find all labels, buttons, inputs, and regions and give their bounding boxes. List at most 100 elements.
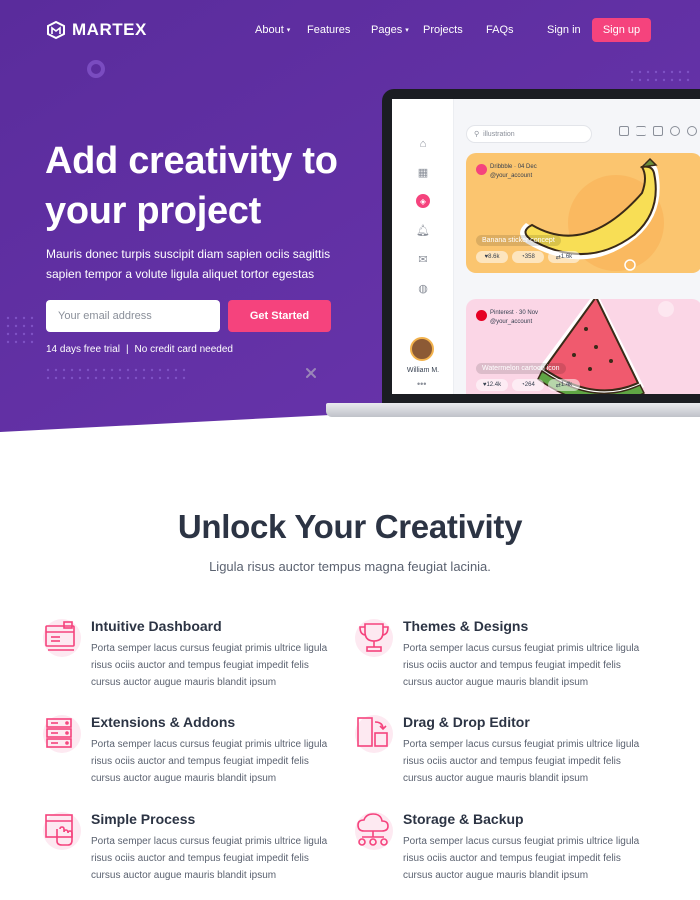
app-search-value: illustration	[483, 130, 515, 138]
hero-section: MARTEX About ▾ Features Pages ▾ Projects F…	[0, 0, 700, 432]
feature-title: Simple Process	[91, 811, 196, 827]
signin-link[interactable]: Sign in	[547, 24, 581, 36]
feature-text: Porta semper lacus cursus feugiat primis…	[91, 836, 328, 881]
feature-simple-process: Simple Process Porta semper lacus cursus…	[43, 811, 346, 891]
app-sidebar: ⌂ ▦ ◈ 🔔︎ ✉ ◍ William M. •••	[392, 99, 454, 394]
nav-features-label: Features	[307, 24, 351, 36]
nav-about[interactable]: About ▾	[255, 24, 290, 36]
top-navbar: MARTEX About ▾ Features Pages ▾ Projects F…	[0, 0, 700, 60]
share-icon	[670, 126, 680, 136]
get-started-button[interactable]: Get Started	[228, 300, 331, 332]
home-icon: ⌂	[419, 138, 427, 150]
avatar	[410, 337, 434, 361]
drag-drop-icon	[355, 715, 393, 753]
nav-projects[interactable]: Projects	[423, 24, 463, 36]
app-search-input: ⚲ illustration	[466, 125, 592, 143]
feature-text: Porta semper lacus cursus feugiat primis…	[91, 643, 328, 688]
pinterest-icon	[476, 310, 487, 321]
nav-faqs-label: FAQs	[486, 24, 514, 36]
dashboard-icon	[43, 619, 81, 657]
email-input[interactable]: Your email address	[46, 300, 220, 332]
banana-card: Dribbble · 04 Dec @your_account Banana s…	[466, 153, 700, 273]
mail-icon: ✉	[418, 253, 428, 266]
card-caption: Watermelon cartoon icon	[476, 363, 566, 374]
dribbble-icon	[476, 164, 487, 175]
shares-chip: ⇄ 1.4k	[548, 379, 580, 391]
feature-title: Themes & Designs	[403, 618, 529, 634]
cloud-storage-icon	[355, 812, 393, 850]
grid-icon: ▦	[417, 166, 429, 179]
likes-chip: ♥ 12.4k	[476, 379, 508, 391]
click-process-icon	[43, 812, 81, 850]
feature-title: Storage & Backup	[403, 811, 524, 827]
section-subtitle: Ligula risus auctor tempus magna feugiat…	[209, 559, 491, 574]
clock-icon	[687, 126, 697, 136]
feature-text: Porta semper lacus cursus feugiat primis…	[403, 739, 640, 784]
laptop-mockup: ⌂ ▦ ◈ 🔔︎ ✉ ◍ William M. ••• ⚲ illustratio…	[326, 89, 700, 417]
nav-about-label: About	[255, 24, 284, 36]
laptop-screen-frame: ⌂ ▦ ◈ 🔔︎ ✉ ◍ William M. ••• ⚲ illustratio…	[382, 89, 700, 405]
card-header: Pinterest · 30 Nov @your_account	[476, 309, 538, 327]
feature-text: Porta semper lacus cursus feugiat primis…	[403, 643, 640, 688]
columns-icon	[653, 126, 663, 136]
feature-storage-backup: Storage & Backup Porta semper lacus curs…	[355, 811, 658, 891]
feature-title: Extensions & Addons	[91, 714, 236, 730]
feature-text: Porta semper lacus cursus feugiat primis…	[403, 836, 640, 881]
app-preview-screen: ⌂ ▦ ◈ 🔔︎ ✉ ◍ William M. ••• ⚲ illustratio…	[392, 99, 700, 394]
list-icon	[636, 126, 646, 136]
feature-text: Porta semper lacus cursus feugiat primis…	[91, 739, 328, 784]
search-icon: ⚲	[474, 131, 480, 138]
watermelon-card: Pinterest · 30 Nov @your_account Waterme…	[466, 299, 700, 394]
more-icon: •••	[417, 379, 427, 389]
signin-label: Sign in	[547, 24, 581, 36]
feature-intuitive-dashboard: Intuitive Dashboard Porta semper lacus c…	[43, 618, 346, 698]
brand-logo[interactable]: MARTEX	[46, 20, 147, 40]
comments-chip: ◔ 264	[512, 379, 544, 391]
feature-title: Drag & Drop Editor	[403, 714, 530, 730]
comments-chip: ◔ 358	[512, 251, 544, 263]
card-caption: Banana sticker concept	[476, 235, 561, 246]
trophy-icon	[355, 619, 393, 657]
logo-icon	[47, 20, 65, 40]
nav-pages[interactable]: Pages ▾	[371, 24, 409, 36]
nav-features[interactable]: Features	[307, 24, 350, 36]
card-handle: @your_account	[490, 173, 533, 179]
brand-name: MARTEX	[72, 20, 147, 39]
no-card-text: No credit card needed	[134, 344, 233, 355]
feature-title: Intuitive Dashboard	[91, 618, 222, 634]
hero-subtitle: Mauris donec turpis suscipit diam sapien…	[46, 247, 331, 281]
card-source: Pinterest	[490, 310, 514, 316]
compass-icon: ◈	[416, 194, 430, 208]
note-separator: |	[125, 344, 129, 355]
card-handle: @your_account	[490, 319, 533, 325]
likes-count: 12.4k	[486, 382, 502, 388]
shares-count: 1.4k	[560, 382, 573, 388]
hero-note: 14 days free trial | No credit card need…	[46, 344, 233, 355]
likes-chip: ♥ 8.6k	[476, 251, 508, 263]
feature-themes-designs: Themes & Designs Porta semper lacus curs…	[355, 618, 658, 698]
laptop-base	[326, 403, 700, 417]
card-date: 30 Nov	[519, 310, 539, 316]
card-source: Dribbble	[490, 164, 513, 170]
bell-icon: 🔔︎	[416, 224, 430, 237]
chevron-down-icon: ▾	[286, 26, 291, 34]
feature-extensions-addons: Extensions & Addons Porta semper lacus c…	[43, 714, 346, 794]
layout-icon	[619, 126, 629, 136]
section-title: Unlock Your Creativity	[177, 508, 523, 545]
signup-button[interactable]: Sign up	[592, 18, 651, 42]
nav-faqs[interactable]: FAQs	[486, 24, 514, 36]
comments-count: 264	[524, 382, 535, 388]
likes-count: 8.6k	[488, 254, 500, 260]
chevron-down-icon: ▾	[405, 26, 409, 34]
card-date: 04 Dec	[517, 164, 537, 170]
card-header: Dribbble · 04 Dec @your_account	[476, 163, 537, 181]
comments-count: 358	[524, 254, 535, 260]
nav-pages-label: Pages	[371, 24, 403, 36]
feature-drag-drop-editor: Drag & Drop Editor Porta semper lacus cu…	[355, 714, 658, 794]
free-trial-text: 14 days free trial	[46, 344, 120, 355]
user-name: William M.	[406, 367, 440, 374]
shares-chip: ⇄ 1.6k	[548, 251, 580, 263]
hero-title: Add creativity to your project	[45, 140, 338, 232]
shares-count: 1.6k	[560, 254, 573, 260]
nav-projects-label: Projects	[423, 24, 463, 36]
